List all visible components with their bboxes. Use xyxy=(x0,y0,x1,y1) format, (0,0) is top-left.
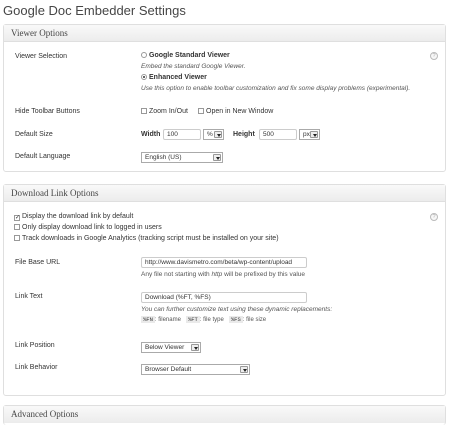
viewer-options-heading[interactable]: Viewer Options xyxy=(4,25,445,42)
chevron-down-icon xyxy=(213,154,221,161)
download-options-panel: Download Link Options ✓ Display the downl… xyxy=(3,184,446,396)
link-text-input[interactable]: Download (%FT, %FS) xyxy=(141,292,307,303)
file-base-desc: Any file not starting with http will be … xyxy=(141,271,305,278)
page-title: Google Doc Embedder Settings xyxy=(3,3,186,18)
viewer-help-icon[interactable]: ? xyxy=(430,52,438,60)
link-position-label: Link Position xyxy=(15,342,55,349)
height-input[interactable]: 500 xyxy=(259,129,297,140)
standard-viewer-option[interactable]: Google Standard Viewer xyxy=(141,52,230,59)
file-base-label: File Base URL xyxy=(15,259,61,266)
open-new-window-option[interactable]: Open in New Window xyxy=(198,108,273,115)
width-unit-select[interactable]: % xyxy=(203,129,224,140)
link-behavior-value: Browser Default xyxy=(145,366,192,373)
advanced-options-heading[interactable]: Advanced Options xyxy=(4,406,445,423)
display-default-option[interactable]: ✓ Display the download link by default xyxy=(14,213,133,221)
hide-toolbar-label: Hide Toolbar Buttons xyxy=(15,108,80,115)
token-list: %FN: filename %FT: file type %FS: file s… xyxy=(141,316,266,323)
logged-in-label: Only display download link to logged in … xyxy=(22,224,162,231)
zoom-checkbox[interactable] xyxy=(141,108,147,114)
chevron-down-icon xyxy=(240,366,248,373)
logged-in-checkbox[interactable] xyxy=(14,224,20,230)
link-position-value: Below Viewer xyxy=(145,344,185,351)
link-behavior-label: Link Behavior xyxy=(15,364,58,371)
link-text-label: Link Text xyxy=(15,293,43,300)
height-unit-select[interactable]: px xyxy=(299,129,320,140)
chevron-down-icon xyxy=(310,131,318,138)
enhanced-viewer-label: Enhanced Viewer xyxy=(149,74,207,81)
standard-viewer-label: Google Standard Viewer xyxy=(149,52,230,59)
open-new-window-checkbox[interactable] xyxy=(198,108,204,114)
display-default-checkbox[interactable]: ✓ xyxy=(14,215,20,221)
standard-viewer-radio[interactable] xyxy=(141,52,147,58)
token-code: %FT xyxy=(185,316,200,323)
download-options-heading[interactable]: Download Link Options xyxy=(4,185,445,202)
chevron-down-icon xyxy=(214,131,222,138)
track-label: Track downloads in Google Analytics (tra… xyxy=(22,235,279,242)
file-base-input[interactable]: http://www.davismetro.com/beta/wp-conten… xyxy=(141,257,307,268)
height-unit-value: px xyxy=(303,131,310,138)
viewer-selection-label: Viewer Selection xyxy=(15,53,68,60)
link-position-select[interactable]: Below Viewer xyxy=(141,342,201,353)
zoom-option[interactable]: Zoom In/Out xyxy=(141,108,188,115)
file-base-desc-suffix: will be prefixed by this value xyxy=(222,271,306,278)
display-default-label: Display the download link by default xyxy=(22,213,134,220)
width-input[interactable]: 100 xyxy=(163,129,201,140)
track-option[interactable]: Track downloads in Google Analytics (tra… xyxy=(14,235,279,242)
download-help-icon[interactable]: ? xyxy=(430,213,438,221)
viewer-options-panel: Viewer Options Viewer Selection Google S… xyxy=(3,24,446,172)
token-desc: : file size xyxy=(242,317,267,323)
link-behavior-select[interactable]: Browser Default xyxy=(141,364,250,375)
standard-viewer-desc: Embed the standard Google Viewer. xyxy=(141,63,246,70)
token-code: %FS xyxy=(228,316,243,323)
chevron-down-icon xyxy=(191,344,199,351)
track-checkbox[interactable] xyxy=(14,235,20,241)
language-select[interactable]: English (US) xyxy=(141,152,223,163)
logged-in-option[interactable]: Only display download link to logged in … xyxy=(14,224,162,231)
file-base-desc-prefix: Any file not starting with xyxy=(141,271,212,278)
default-language-label: Default Language xyxy=(15,153,71,160)
zoom-label: Zoom In/Out xyxy=(149,108,188,115)
enhanced-viewer-desc: Use this option to enable toolbar custom… xyxy=(141,85,411,92)
token-desc: : file type xyxy=(199,317,224,323)
file-base-desc-em: http xyxy=(211,271,223,278)
width-unit-value: % xyxy=(207,131,213,138)
token-code: %FN xyxy=(141,316,155,323)
enhanced-viewer-radio[interactable] xyxy=(141,74,147,80)
default-size-label: Default Size xyxy=(15,131,53,138)
advanced-options-panel: Advanced Options xyxy=(3,405,446,425)
language-value: English (US) xyxy=(145,154,182,161)
link-text-desc: You can further customize text using the… xyxy=(141,306,333,313)
open-new-window-label: Open in New Window xyxy=(206,108,274,115)
enhanced-viewer-option[interactable]: Enhanced Viewer xyxy=(141,74,207,81)
height-label: Height xyxy=(233,131,255,138)
width-label: Width xyxy=(141,131,161,138)
token-desc: : filename xyxy=(154,317,181,323)
